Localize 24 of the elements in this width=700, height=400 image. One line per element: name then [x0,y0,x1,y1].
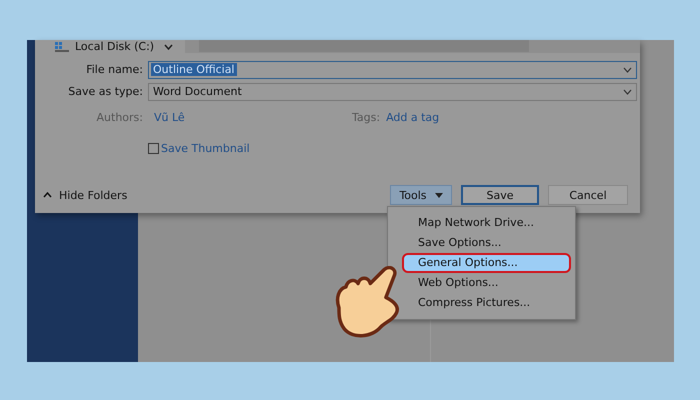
tools-button[interactable]: Tools [390,185,452,205]
authors-label: Authors: [96,111,144,124]
tags-label: Tags: [352,111,380,124]
field-label: Save as type: [67,85,144,98]
caret-down-icon [434,192,443,198]
field-label: File name: [85,63,144,76]
combo-field[interactable]: Word Document [148,82,637,100]
drive-icon [55,42,69,52]
caret-up-icon [43,192,52,198]
menu-item[interactable]: Compress Pictures... [416,293,571,313]
hide-folders-button[interactable]: Hide Folders [43,188,128,202]
combo-field[interactable]: Outline Official [148,60,637,78]
chevron-down-icon[interactable] [164,44,174,50]
menu-item[interactable]: General Options... [402,253,571,273]
menu-item[interactable]: Web Options... [416,273,571,293]
checkbox[interactable] [148,143,159,154]
cancel-button[interactable]: Cancel [548,185,628,205]
menu-item[interactable]: Map Network Drive... [416,213,571,233]
menu-item[interactable]: Save Options... [416,233,571,253]
save-button[interactable]: Save [461,185,539,205]
horizontal-scrollbar[interactable] [185,40,640,53]
chevron-down-icon [623,66,632,72]
chevron-down-icon [623,88,632,94]
folder-tree-item[interactable]: Local Disk (C:) [75,40,154,53]
